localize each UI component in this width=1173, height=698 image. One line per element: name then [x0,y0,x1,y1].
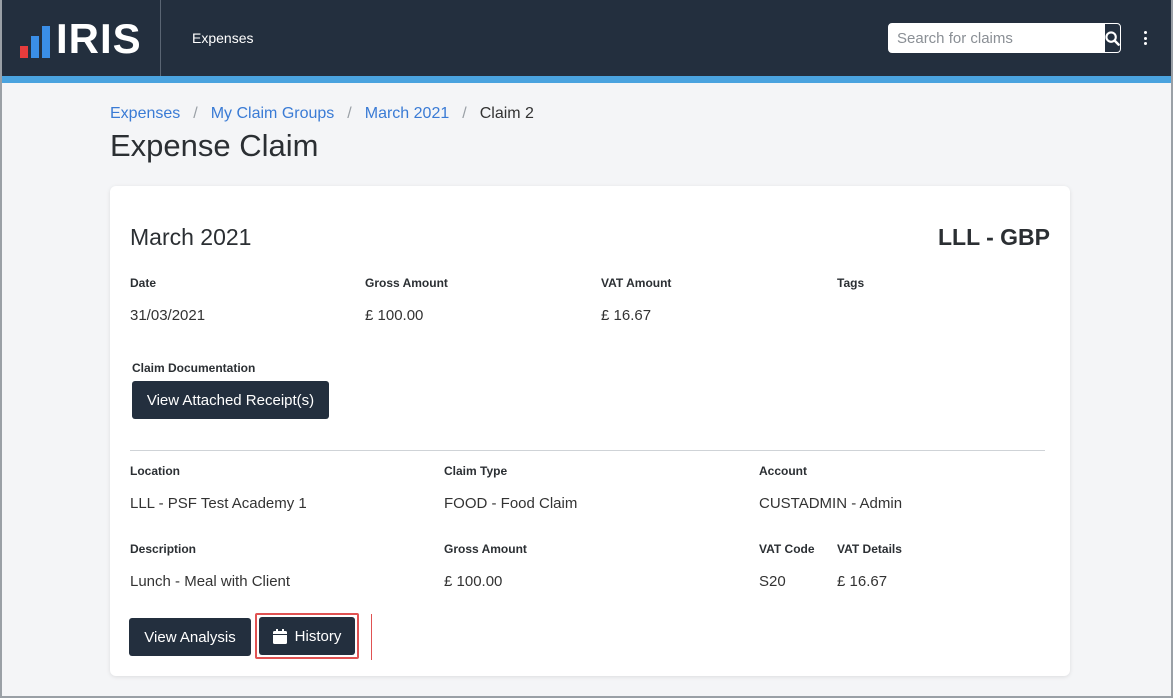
kebab-menu-icon[interactable] [1138,28,1152,48]
logo-bars-icon [20,22,50,58]
tags-label: Tags [837,276,865,290]
vat-code-value: S20 [759,573,786,590]
breadcrumb-my-claim-groups[interactable]: My Claim Groups [211,105,335,123]
iris-logo[interactable]: IRIS [20,15,150,62]
line-gross-amount-label: Gross Amount [444,542,527,556]
search-box [888,23,1121,53]
location-label: Location [130,464,180,478]
highlight-annotation-edge [371,614,372,660]
description-label: Description [130,542,197,556]
top-navbar: IRIS Expenses [2,0,1171,76]
logo-text: IRIS [56,15,142,62]
description-value: Lunch - Meal with Client [130,573,291,590]
history-button-label: History [294,627,342,645]
line-gross-amount-value: £ 100.00 [444,573,503,590]
date-label: Date [130,276,157,290]
breadcrumb-separator: / [193,105,198,122]
search-button[interactable] [1104,24,1120,52]
breadcrumb-march-2021[interactable]: March 2021 [365,105,450,123]
vat-amount-label: VAT Amount [601,276,672,290]
breadcrumb-current: Claim 2 [479,105,534,122]
view-attached-receipts-button[interactable]: View Attached Receipt(s) [132,381,329,419]
nav-expenses-link[interactable]: Expenses [192,30,253,46]
page-title: Expense Claim [110,128,319,163]
vat-details-value: £ 16.67 [837,573,888,590]
search-icon [1105,30,1120,46]
accent-strip [2,76,1171,83]
date-value: 31/03/2021 [130,307,206,324]
gross-amount-label: Gross Amount [365,276,448,290]
vat-amount-value: £ 16.67 [601,307,652,324]
vat-details-label: VAT Details [837,542,902,556]
app-frame: IRIS Expenses Expenses / My Claim Groups… [0,0,1173,698]
breadcrumb-separator: / [347,105,352,122]
claim-card: March 2021 LLL - GBP Date 31/03/2021 Gro… [110,186,1070,676]
view-analysis-button[interactable]: View Analysis [129,618,251,656]
account-value: CUSTADMIN - Admin [759,495,903,512]
calendar-icon [272,628,287,644]
breadcrumb: Expenses / My Claim Groups / March 2021 … [110,105,534,123]
breadcrumb-separator: / [462,105,467,122]
claim-currency: LLL - GBP [937,224,1050,250]
claim-group-heading: March 2021 [130,224,252,250]
claim-documentation-label: Claim Documentation [132,361,256,375]
navbar-divider [160,0,161,76]
history-button[interactable]: History [259,617,355,655]
location-value: LLL - PSF Test Academy 1 [130,495,307,512]
breadcrumb-expenses[interactable]: Expenses [110,105,180,123]
gross-amount-value: £ 100.00 [365,307,424,324]
section-divider [130,450,1045,451]
account-label: Account [759,464,807,478]
claim-type-label: Claim Type [444,464,508,478]
search-input[interactable] [889,24,1104,52]
vat-code-label: VAT Code [759,542,815,556]
claim-type-value: FOOD - Food Claim [444,495,578,512]
